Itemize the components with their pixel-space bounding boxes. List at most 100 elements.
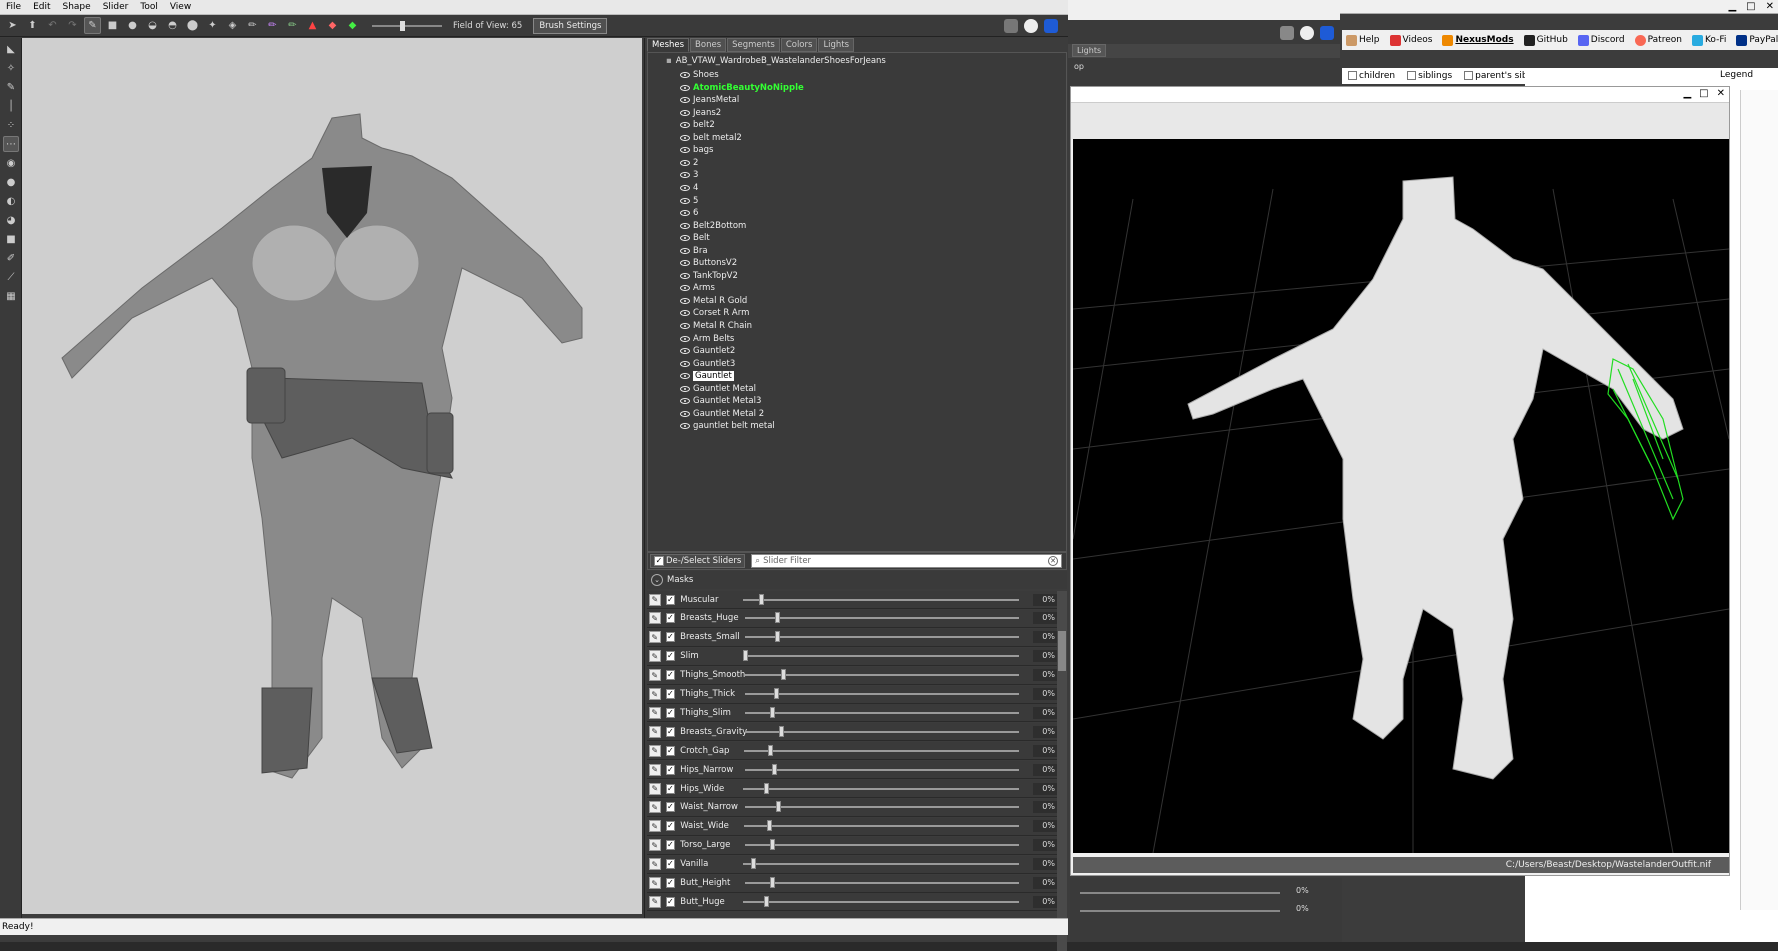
slider-track[interactable] (745, 631, 1020, 643)
scrollbar-thumb[interactable] (1058, 631, 1066, 671)
slider-knob[interactable] (758, 593, 764, 605)
slider-knob[interactable] (769, 877, 775, 888)
visibility-eye-icon[interactable] (680, 84, 690, 91)
slider-knob[interactable] (769, 706, 775, 718)
slider-checkbox[interactable]: ✓ (665, 632, 676, 643)
maximize-icon[interactable]: □ (1699, 88, 1708, 99)
visibility-eye-icon[interactable] (680, 147, 690, 154)
cube-view-icon[interactable]: ■ (3, 231, 19, 247)
slider-track[interactable] (745, 839, 1020, 851)
checkbox[interactable] (1407, 71, 1417, 80)
tree-root[interactable]: ▪ AB_VTAW_WardrobeB_WastelanderShoesForJe… (666, 56, 886, 66)
edit-pencil-icon[interactable]: ✎ (649, 650, 661, 663)
tree-item[interactable]: Gauntlet3 (680, 358, 735, 370)
visibility-eye-icon[interactable] (680, 247, 690, 254)
visibility-eye-icon[interactable] (680, 172, 690, 179)
weight-brush-icon[interactable]: ✏ (244, 17, 261, 34)
slider-knob[interactable] (767, 744, 773, 756)
edit-pencil-icon[interactable]: ✎ (649, 593, 661, 606)
tree-item[interactable]: belt2 (680, 119, 715, 131)
slider-filter-input[interactable]: ⌕ Slider Filter ✕ (751, 554, 1062, 568)
brush-settings-button[interactable]: Brush Settings (533, 17, 608, 34)
tree-item[interactable]: Metal R Gold (680, 295, 747, 307)
tree-item[interactable]: Arm Belts (680, 333, 734, 345)
inflate-brush-icon[interactable]: ● (124, 17, 141, 34)
slider-checkbox[interactable]: ✓ (665, 783, 676, 794)
tab-bones[interactable]: Bones (690, 38, 727, 52)
tree-item[interactable]: belt metal2 (680, 132, 742, 144)
chevron-down-icon[interactable]: ⌄ (651, 574, 663, 586)
slider-checkbox[interactable]: ✓ (665, 859, 676, 870)
edit-pencil-icon[interactable]: ✎ (649, 801, 661, 814)
tree-item[interactable]: bags (680, 144, 713, 156)
edit-pencil-icon[interactable]: ✎ (649, 820, 661, 833)
menu-file[interactable]: File (6, 2, 21, 12)
slider-checkbox[interactable]: ✓ (665, 878, 676, 888)
option-children[interactable]: children (1348, 71, 1395, 81)
visibility-eye-icon[interactable] (680, 72, 690, 78)
visibility-eye-icon[interactable] (680, 210, 690, 217)
slider-track[interactable] (743, 895, 1019, 907)
paint-tool-icon[interactable]: ✐ (3, 250, 19, 266)
bookmark-videos[interactable]: Videos (1389, 34, 1432, 46)
slider-checkbox[interactable]: ✓ (665, 764, 676, 775)
slider-checkbox[interactable]: ✓ (665, 594, 676, 605)
slider-checkbox[interactable]: ✓ (665, 613, 676, 624)
visibility-eye-icon[interactable] (680, 360, 690, 367)
edit-pencil-icon[interactable]: ✎ (649, 669, 661, 682)
slider-scrollbar[interactable] (1057, 591, 1067, 951)
tree-item[interactable]: Shoes (680, 69, 719, 81)
bone-tool-icon[interactable]: ◣ (3, 41, 19, 57)
slider-track[interactable] (745, 688, 1020, 699)
bottom-slider-1[interactable] (1080, 892, 1280, 894)
transform-tool-icon[interactable]: ⬆ (24, 17, 41, 34)
collapse-icon[interactable]: ▪ (666, 56, 672, 66)
smooth-brush-icon[interactable]: ⬤ (184, 17, 201, 34)
visibility-eye-icon[interactable] (680, 285, 690, 292)
slider-knob[interactable] (743, 650, 749, 662)
menu-view[interactable]: View (170, 2, 191, 12)
bookmark-help[interactable]: Help (1346, 34, 1380, 46)
menu-edit[interactable]: Edit (33, 2, 50, 12)
slider-track[interactable] (745, 706, 1020, 718)
tab-colors[interactable]: Colors (780, 38, 818, 52)
tree-item[interactable]: JeansMetal (680, 94, 739, 106)
pen-tool-icon[interactable]: ✎ (3, 79, 19, 95)
slider-track[interactable] (745, 725, 1020, 737)
slider-knob[interactable] (774, 631, 780, 643)
main-3d-viewport[interactable] (22, 38, 642, 914)
slider-knob[interactable] (781, 669, 787, 681)
line-tool-icon[interactable]: │ (3, 98, 19, 114)
discord-icon[interactable] (1280, 26, 1294, 40)
vertex-tool-icon[interactable]: ▲ (304, 17, 321, 34)
bookmark-paypal[interactable]: PayPal (1736, 34, 1778, 46)
slider-checkbox[interactable]: ✓ (665, 840, 676, 851)
tree-item[interactable]: 2 (680, 157, 698, 169)
visibility-eye-icon[interactable] (680, 272, 690, 279)
slider-track[interactable] (745, 612, 1020, 624)
undo-icon[interactable]: ↶ (44, 17, 61, 34)
menu-slider[interactable]: Slider (103, 2, 129, 12)
tree-item[interactable]: Bra (680, 245, 708, 257)
edit-pencil-icon[interactable]: ✎ (649, 782, 661, 795)
visibility-eye-icon[interactable] (680, 410, 690, 417)
slider-track[interactable] (743, 650, 1019, 662)
tree-item[interactable]: Jeans2 (680, 107, 721, 119)
tab-lights[interactable]: Lights (1072, 44, 1107, 57)
menu-shape[interactable]: Shape (63, 2, 91, 12)
tree-item[interactable]: Gauntlet Metal 2 (680, 408, 764, 420)
paypal-icon[interactable] (1044, 18, 1058, 33)
visibility-eye-icon[interactable] (680, 373, 690, 380)
slider-checkbox[interactable]: ✓ (665, 821, 676, 832)
alpha-brush-icon[interactable]: ✏ (284, 17, 301, 34)
slider-knob[interactable] (776, 801, 782, 813)
tree-item[interactable]: Metal R Chain (680, 320, 752, 332)
checkbox[interactable] (1348, 71, 1357, 80)
discord-icon[interactable] (1004, 18, 1018, 33)
tree-item[interactable]: Gauntlet2 (680, 345, 735, 357)
checkbox[interactable] (1464, 71, 1474, 80)
tree-item[interactable]: 4 (680, 182, 698, 194)
slider-track[interactable] (745, 763, 1020, 775)
bookmark-github[interactable]: GitHub (1523, 34, 1568, 46)
visibility-eye-icon[interactable] (680, 184, 690, 191)
